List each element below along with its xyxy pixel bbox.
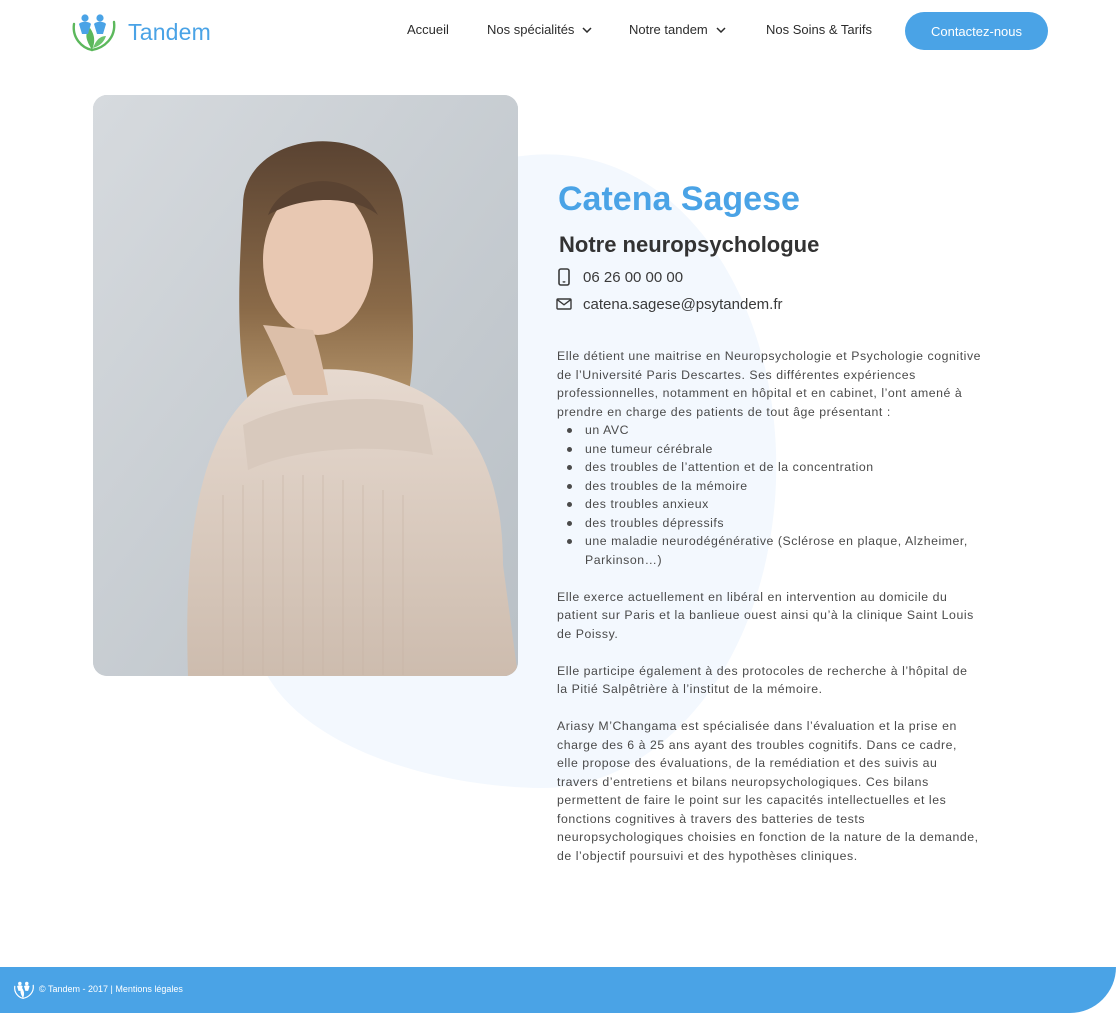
- profile-photo: [93, 95, 518, 676]
- nav-item-notre-tandem[interactable]: Notre tandem: [629, 22, 726, 37]
- conditions-list: un AVC une tumeur cérébrale des troubles…: [557, 421, 982, 569]
- mobile-phone-icon: [556, 268, 572, 286]
- biography: Elle détient une maitrise en Neuropsycho…: [557, 347, 982, 865]
- nav-item-soins-tarifs[interactable]: Nos Soins & Tarifs: [766, 22, 872, 37]
- email-address: catena.sagese@psytandem.fr: [583, 295, 783, 313]
- footer-copyright: © Tandem - 2017 | Mentions légales: [39, 984, 183, 994]
- phone-number: 06 26 00 00 00: [583, 268, 684, 286]
- list-item: un AVC: [557, 421, 982, 440]
- envelope-icon: [556, 295, 572, 313]
- contact-button[interactable]: Contactez-nous: [905, 12, 1048, 50]
- chevron-down-icon: [582, 26, 592, 33]
- site-header: Tandem Accueil Nos spécialités Notre tan…: [0, 0, 1116, 64]
- phone-contact[interactable]: 06 26 00 00 00: [556, 268, 683, 286]
- legal-notice-link[interactable]: Mentions légales: [115, 984, 183, 994]
- list-item: une tumeur cérébrale: [557, 440, 982, 459]
- email-contact[interactable]: catena.sagese@psytandem.fr: [556, 295, 783, 313]
- profile-name: Catena Sagese: [558, 180, 800, 218]
- list-item: des troubles de l’attention et de la con…: [557, 458, 982, 477]
- site-footer: © Tandem - 2017 | Mentions légales: [0, 967, 1116, 1013]
- nav-item-label: Nos Soins & Tarifs: [766, 22, 872, 37]
- list-item: des troubles anxieux: [557, 495, 982, 514]
- bio-paragraph-specialization: Ariasy M’Changama est spécialisée dans l…: [557, 719, 979, 863]
- profile-role: Notre neuropsychologue: [559, 232, 820, 257]
- tandem-logo-icon: [14, 981, 34, 999]
- copyright-text: © Tandem - 2017 |: [39, 984, 113, 994]
- nav-item-label: Nos spécialités: [487, 22, 575, 37]
- list-item: des troubles de la mémoire: [557, 477, 982, 496]
- chevron-down-icon: [716, 26, 726, 33]
- nav-item-accueil[interactable]: Accueil: [407, 22, 449, 37]
- list-item: une maladie neurodégénérative (Sclérose …: [557, 532, 982, 569]
- list-item: des troubles dépressifs: [557, 514, 982, 533]
- bio-paragraph-research: Elle participe également à des protocole…: [557, 663, 968, 697]
- nav-item-label: Accueil: [407, 22, 449, 37]
- nav-item-specialites[interactable]: Nos spécialités: [487, 22, 592, 37]
- bio-intro: Elle détient une maitrise en Neuropsycho…: [557, 349, 982, 419]
- nav-item-label: Notre tandem: [629, 22, 708, 37]
- bio-paragraph-practice: Elle exerce actuellement en libéral en i…: [557, 589, 974, 641]
